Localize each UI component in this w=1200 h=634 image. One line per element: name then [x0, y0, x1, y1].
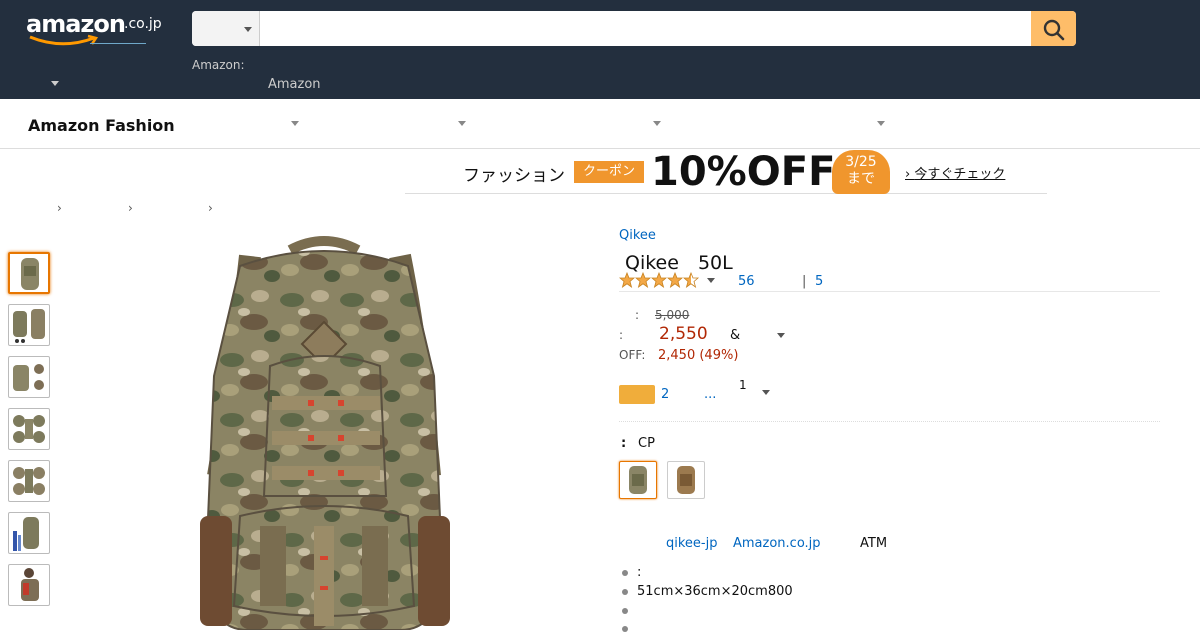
color-swatch-alt[interactable]: [667, 461, 705, 499]
breadcrumb-separator: ›: [57, 201, 62, 215]
backpack-thumbnail-icon: [13, 364, 44, 391]
more-options-link[interactable]: ...: [704, 387, 716, 402]
banner-fashion-text: ファッション: [463, 166, 565, 186]
brand-link[interactable]: Qikee: [619, 228, 656, 243]
breadcrumb-separator: ›: [208, 201, 213, 215]
chevron-down-icon[interactable]: [777, 333, 785, 338]
color-label: :: [621, 436, 627, 451]
nav-amazon-link[interactable]: Amazon: [268, 77, 321, 92]
thumbnail-image[interactable]: [8, 408, 50, 450]
star-rating-icon[interactable]: [619, 272, 701, 288]
bullet-dot: [622, 589, 628, 595]
answered-questions-link[interactable]: 5: [815, 274, 823, 289]
seller-link[interactable]: qikee-jp: [666, 536, 717, 551]
thumbnail-image[interactable]: [8, 564, 50, 606]
chevron-down-icon: [244, 27, 252, 32]
feature-bullet: :: [637, 565, 642, 580]
main-product-image[interactable]: [100, 226, 546, 631]
search-button[interactable]: [1031, 11, 1076, 46]
thumbnail-image[interactable]: [8, 512, 50, 554]
chevron-down-icon[interactable]: [762, 390, 770, 395]
product-title: Qikee 50L: [625, 252, 733, 274]
rating-separator: |: [802, 274, 807, 289]
backpack-thumbnail-icon: [13, 517, 39, 551]
payment-text: ATM: [860, 536, 888, 551]
chevron-down-icon[interactable]: [291, 121, 299, 126]
thumbnail-image[interactable]: [8, 356, 50, 398]
chevron-down-icon[interactable]: [458, 121, 466, 126]
backpack-thumbnail-icon: [13, 415, 45, 443]
prime-badge: [619, 385, 655, 404]
logo-underline: [90, 43, 146, 44]
banner-check-label: 今すぐチェック: [914, 167, 1006, 182]
search-category-select[interactable]: [192, 11, 260, 46]
price-label: :: [619, 328, 624, 342]
fashion-nav: Amazon Fashion: [0, 99, 1200, 149]
thumbnail-image[interactable]: [8, 252, 50, 294]
banner-check-link[interactable]: › 今すぐチェック: [905, 163, 1005, 182]
quantity-select[interactable]: 1: [739, 378, 747, 392]
savings-label: OFF:: [619, 348, 646, 362]
thumbnail-image[interactable]: [8, 304, 50, 346]
backpack-swatch-icon: [677, 466, 695, 494]
thumbnail-image[interactable]: [8, 460, 50, 502]
search-input[interactable]: [261, 11, 1031, 46]
chevron-down-icon[interactable]: [877, 121, 885, 126]
prime-count-link[interactable]: 2: [661, 387, 669, 402]
amazon-logo[interactable]: amazon .co.jp: [26, 10, 166, 46]
breadcrumb-separator: ›: [128, 201, 133, 215]
price: 2,550: [659, 324, 708, 344]
feature-bullet: 51cm×36cm×20cm800: [637, 584, 793, 599]
color-value: CP: [638, 436, 655, 451]
site-header: amazon .co.jp Amazon: Amazon: [0, 0, 1200, 99]
backpack-thumbnail-icon: [21, 258, 39, 290]
search-icon: [1043, 19, 1065, 41]
delivery-label[interactable]: Amazon:: [192, 58, 245, 72]
search-bar: [192, 11, 1076, 46]
banner-date-line1: 3/25: [845, 154, 877, 170]
bullet-dot: [622, 608, 628, 614]
savings-amount: 2,450 (49%): [658, 348, 739, 363]
person-with-backpack-thumbnail-icon: [21, 568, 39, 601]
bullet-dot: [622, 626, 628, 632]
divider: [619, 421, 1160, 422]
backpack-thumbnail-icon: [13, 309, 45, 343]
fashion-brand-link[interactable]: Amazon Fashion: [28, 116, 175, 135]
chevron-down-icon[interactable]: [51, 81, 59, 86]
ratings-count-link[interactable]: 56: [738, 274, 755, 289]
banner-date-badge: 3/25 まで: [832, 150, 890, 194]
chevron-down-icon[interactable]: [653, 121, 661, 126]
banner-date-line2: まで: [847, 171, 875, 187]
backpack-image-icon: [200, 236, 450, 631]
price-suffix: &: [730, 328, 741, 343]
fulfilled-by-link[interactable]: Amazon.co.jp: [733, 536, 821, 551]
backpack-swatch-icon: [629, 466, 647, 494]
list-price: 5,000: [655, 308, 690, 322]
banner-coupon-badge: クーポン: [574, 161, 644, 183]
banner-discount-text: 10%OFF: [651, 149, 836, 195]
smile-arrow-icon: [29, 34, 99, 46]
promo-banner[interactable]: ファッション クーポン 10%OFF 3/25 まで › 今すぐチェック: [405, 150, 1047, 194]
color-swatch-cp[interactable]: [619, 461, 657, 499]
divider: [619, 291, 1160, 292]
list-price-label: :: [635, 308, 640, 322]
backpack-thumbnail-icon: [13, 467, 45, 495]
bullet-dot: [622, 570, 628, 576]
logo-tld: .co.jp: [124, 16, 162, 32]
chevron-down-icon[interactable]: [707, 278, 715, 283]
